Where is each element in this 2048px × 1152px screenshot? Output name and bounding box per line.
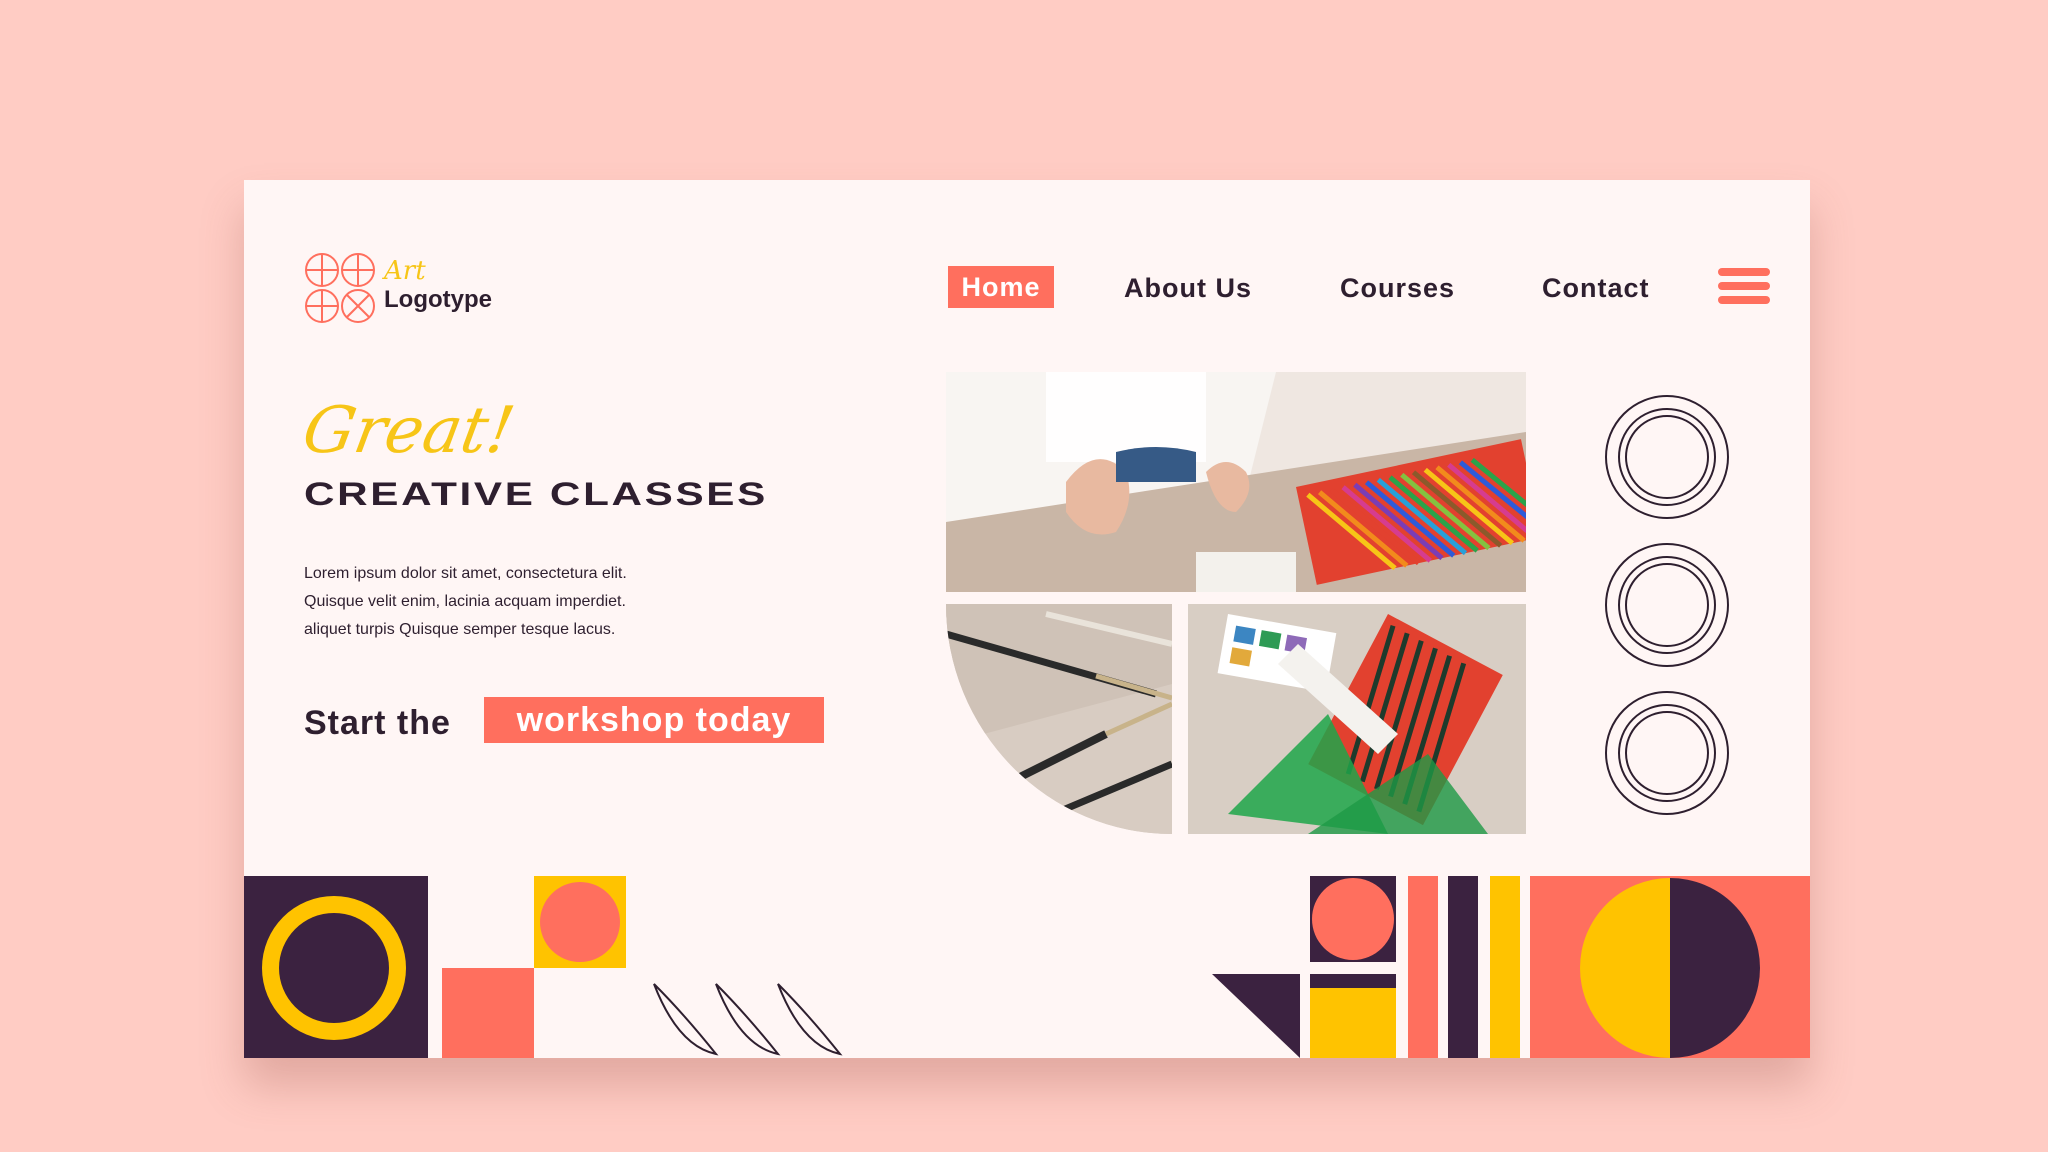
photo-paintbrushes	[946, 604, 1172, 834]
nav-courses[interactable]: Courses	[1340, 270, 1455, 306]
photo-art-supplies	[1188, 604, 1526, 834]
nav-home[interactable]: Home	[948, 266, 1054, 308]
hero-script-heading: Great!	[297, 394, 520, 468]
logo-name[interactable]: Logotype	[384, 286, 492, 314]
hamburger-menu-icon[interactable]	[1718, 268, 1770, 304]
logo-script-text: Art	[384, 256, 426, 286]
nav-contact[interactable]: Contact	[1542, 270, 1650, 306]
hero-body-line: aliquet turpis Quisque semper tesque lac…	[304, 621, 616, 638]
cta-lead-text: Start the	[304, 704, 451, 742]
workshop-cta-button[interactable]: workshop today	[484, 697, 824, 743]
nav-about-us[interactable]: About Us	[1124, 270, 1252, 306]
photo-drawing-hands	[946, 372, 1526, 592]
hero-body-text: Lorem ipsum dolor sit amet, consectetura…	[304, 560, 724, 644]
hero-body-line: Lorem ipsum dolor sit amet, consectetura…	[304, 565, 627, 582]
hero-title: CREATIVE CLASSES	[304, 476, 768, 512]
concentric-ring-icons	[1605, 395, 1729, 815]
hero-body-line: Quisque velit enim, lacinia acquam imper…	[304, 593, 626, 610]
landing-card: Art Logotype Home About Us Courses Conta…	[244, 180, 1810, 1058]
geometric-pattern	[244, 876, 1810, 1058]
logo-grid-icon[interactable]	[304, 252, 376, 324]
